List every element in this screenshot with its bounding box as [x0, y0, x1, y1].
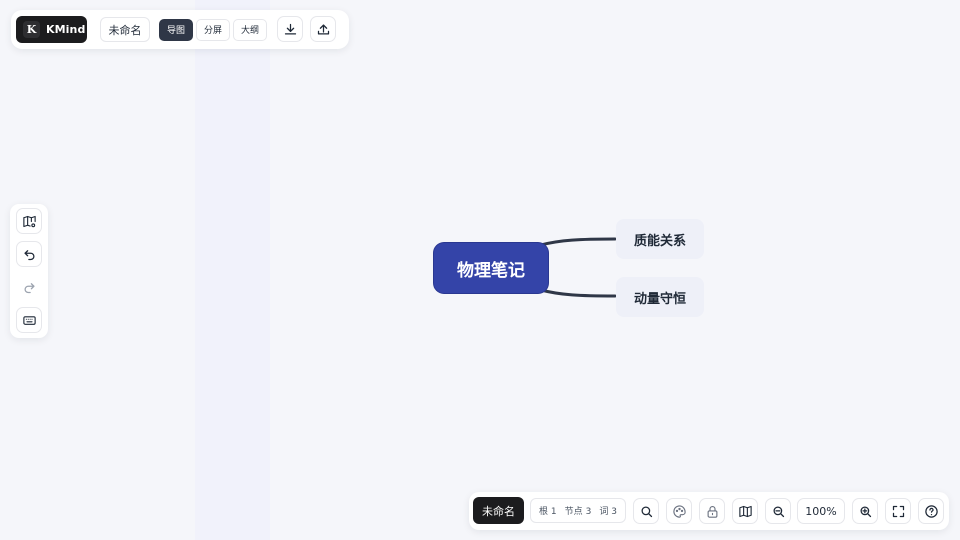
map-settings-icon [22, 215, 36, 227]
redo-icon [24, 282, 34, 293]
zoom-in-icon [860, 506, 871, 517]
minimap-button[interactable] [732, 498, 758, 524]
view-mode-mindmap[interactable]: 导图 [159, 18, 194, 41]
stat-nodes: 节点 3 [564, 507, 592, 517]
root-node[interactable]: 物理笔记 [434, 243, 548, 293]
upload-button[interactable] [310, 16, 336, 42]
brand-name: KMind [46, 23, 86, 36]
document-name-chip[interactable]: 未命名 [473, 497, 524, 524]
theme-button[interactable] [666, 498, 692, 524]
view-mode-outline[interactable]: 大纲 [233, 18, 268, 41]
child-node[interactable]: 质能关系 [616, 219, 704, 259]
zoom-out-icon [773, 506, 784, 517]
fullscreen-button[interactable] [885, 498, 911, 524]
child-node[interactable]: 动量守恒 [616, 277, 704, 317]
brand-logo: K [23, 21, 40, 38]
top-toolbar: K KMind 未命名 导图 分屏 大纲 [11, 10, 349, 49]
undo-icon [24, 249, 34, 260]
keyboard-icon [22, 315, 36, 325]
redo-button[interactable] [16, 274, 42, 300]
minimap-icon [738, 505, 752, 517]
theme-icon [672, 504, 686, 518]
help-button[interactable] [918, 498, 944, 524]
stat-words: 词 3 [599, 507, 617, 517]
download-button[interactable] [277, 16, 303, 42]
fullscreen-icon [892, 505, 904, 517]
view-mode-split[interactable]: 分屏 [196, 18, 231, 41]
zoom-out-button[interactable] [765, 498, 791, 524]
lock-icon [707, 505, 717, 518]
mindmap-canvas[interactable]: 物理笔记 质能关系 动量守恒 [0, 0, 960, 540]
search-button[interactable] [633, 498, 659, 524]
zoom-level[interactable]: 100% [797, 498, 845, 524]
help-icon [924, 504, 938, 518]
lock-button[interactable] [699, 498, 725, 524]
connector-line [539, 288, 617, 298]
document-title-button[interactable]: 未命名 [100, 17, 150, 42]
keyboard-shortcuts-button[interactable] [16, 307, 42, 333]
view-mode-switch: 导图 分屏 大纲 [157, 16, 271, 43]
map-settings-button[interactable] [16, 208, 42, 234]
connector-line [539, 237, 617, 247]
search-icon [641, 506, 652, 517]
brand-button[interactable]: K KMind [16, 16, 87, 43]
download-icon [284, 23, 296, 34]
document-stats: 根 1 节点 3 词 3 [530, 498, 626, 523]
bottom-status-bar: 未命名 根 1 节点 3 词 3 100% [469, 492, 949, 530]
undo-button[interactable] [16, 241, 42, 267]
zoom-in-button[interactable] [852, 498, 878, 524]
stat-root: 根 1 [539, 507, 557, 517]
left-toolbar [10, 204, 48, 338]
upload-icon [317, 24, 329, 34]
